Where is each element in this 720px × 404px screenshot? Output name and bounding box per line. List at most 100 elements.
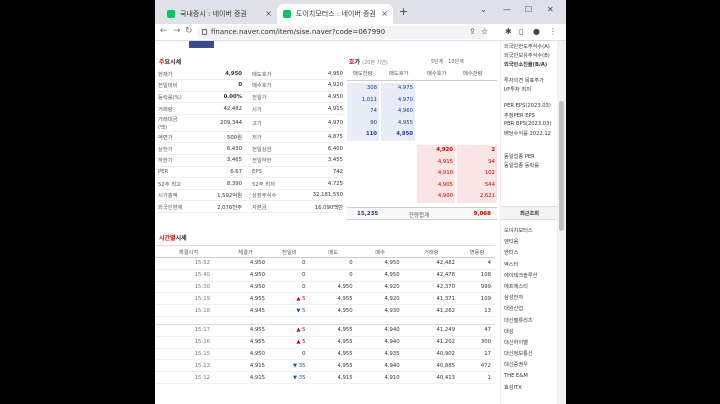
forward-icon[interactable]: → [173, 26, 181, 36]
quote-row: 상한가 6,430 전일상한 6,400 [158, 142, 343, 156]
quote-cell-v2: 4,920 [294, 79, 343, 92]
quote-cell-l2: 52주 최저 [246, 177, 295, 190]
tick-cell-p: 4,950 [221, 269, 269, 282]
profile-icon[interactable]: ● [533, 27, 540, 36]
tick-cell-s: 4,955 [309, 359, 357, 373]
ticks-header: 거래량 [403, 245, 460, 258]
quote-cell-v: 209,344 [186, 114, 246, 132]
bid-price[interactable]: 4,905 [438, 182, 453, 194]
back-icon[interactable]: ← [160, 26, 168, 36]
recent-item-link[interactable]: 대신밸류리츠 [504, 317, 533, 324]
quote-cell-l: 시가총액 [158, 189, 186, 202]
ticks-section-title: 시간별시세 [159, 235, 187, 242]
quote-cell-l: 거래량 [158, 102, 186, 115]
scrollbar[interactable] [557, 41, 566, 404]
recent-item-link[interactable]: 대신하이벨 [504, 339, 528, 346]
ask-price[interactable]: 4,975 [398, 85, 413, 97]
tick-cell-v: 42,482 [403, 257, 460, 270]
recent-item-link[interactable]: THE E&M [504, 373, 528, 379]
quote-cell-v2: 742 [294, 166, 343, 179]
recent-item-link[interactable]: 엑스터 [504, 261, 518, 268]
tick-cell-b: 4,920 [356, 281, 404, 294]
share-icon[interactable]: ⇪ [469, 27, 476, 36]
quote-cell-v: 3,465 [186, 154, 246, 167]
ask-price[interactable]: 4,960 [398, 108, 413, 120]
star-icon[interactable]: ☆ [481, 27, 488, 36]
tick-row: 15:52 4,950 0 0 4,950 42,482 4 [155, 257, 495, 270]
quote-cell-v2: 4,950 [294, 68, 343, 81]
minimize-icon[interactable]: — [503, 5, 511, 14]
new-tab-icon[interactable]: + [399, 5, 408, 18]
quote-cell-v: 0 [186, 79, 246, 92]
bid-price[interactable]: 4,900 [438, 193, 453, 205]
quote-cell-v: 1,592억원 [186, 189, 246, 202]
quote-cell-l: 전일대비 [158, 79, 186, 92]
tick-cell-v: 42,478 [403, 269, 460, 282]
quote-cell-v: 4,950 [186, 68, 246, 81]
url-input[interactable]: finance.naver.com/item/sise.naver?code=0… [197, 26, 487, 39]
quote-row: 액면가 500원 저가 4,875 [158, 131, 343, 144]
orderbook-step-links[interactable]: 5단계 · 10단계 [431, 58, 464, 65]
naver-favicon [283, 10, 291, 18]
tab-deutsch-motors[interactable]: 도이치모터스 : 네이버 증권 × [277, 4, 393, 24]
quote-row: 전일대비 0 매수호가 4,920 [158, 79, 343, 92]
nav-selected-block[interactable] [189, 41, 214, 48]
recent-item-link[interactable]: 도이치모터스 [504, 227, 533, 234]
tick-cell-v: 42,370 [403, 281, 460, 294]
bid-price[interactable]: 4,910 [438, 170, 453, 182]
ask-price[interactable]: 4,970 [398, 97, 413, 109]
tick-row: 15:12 4,915 ▼ 35 4,915 4,910 40,413 1 [155, 371, 495, 384]
recent-item-link[interactable]: 대신정보통신 [504, 350, 533, 357]
tick-cell-s: 0 [309, 269, 357, 282]
quote-cell-v2: 4,950 [294, 91, 343, 104]
recent-item-link[interactable]: 에프에스티 [504, 283, 528, 290]
tick-cell-dv: 4 [459, 257, 495, 270]
bid-price[interactable]: 4,920 [436, 147, 453, 159]
tick-cell-s: 0 [309, 257, 357, 270]
close-icon[interactable]: × [381, 9, 388, 18]
recent-item-link[interactable]: 엔티움 [504, 238, 518, 245]
close-icon[interactable]: × [265, 9, 272, 18]
recent-item-link[interactable]: 엔티스 [504, 249, 518, 256]
scrollbar-thumb[interactable] [559, 101, 564, 231]
tick-cell-s: 4,955 [309, 336, 357, 349]
recent-item-link[interactable]: 효성ITX [504, 384, 522, 391]
investment-opinion-label: 투자의견 목표주가 [504, 78, 544, 84]
tick-cell-b: 4,930 [356, 304, 404, 317]
recent-item-link[interactable]: 대성 [504, 328, 514, 335]
sidepanel-icon[interactable]: ▯ [519, 27, 523, 36]
chevron-down-icon[interactable]: ⌄ [480, 5, 487, 14]
tick-cell-b: 4,940 [356, 359, 404, 373]
recent-views-button[interactable]: 최근조회 [501, 206, 558, 220]
tick-cell-b: 4,910 [356, 371, 404, 384]
tick-cell-dv: 13 [459, 304, 495, 317]
maximize-icon[interactable]: ☐ [525, 5, 532, 14]
recent-item-link[interactable]: 삼성전자 [504, 294, 523, 301]
tick-cell-t: 15:13 [155, 359, 222, 373]
tick-cell-p: 4,950 [221, 348, 269, 361]
reload-icon[interactable]: ↻ [185, 26, 193, 36]
recent-item-link[interactable]: 대원산업 [504, 305, 523, 312]
bid-price[interactable]: 4,915 [438, 159, 453, 171]
tick-cell-t: 15:18 [155, 304, 222, 317]
tick-row: 15:40 4,950 0 0 4,950 42,478 108 [155, 269, 495, 282]
top-nav-strip [155, 41, 500, 48]
quote-cell-v2: 6,400 [294, 142, 343, 156]
valuation-label: PBR BPS(2023.03) [504, 121, 552, 127]
investment-opinion-label: I/F투자 최저 [504, 87, 532, 93]
ask-quantity: 110 [365, 131, 377, 138]
quote-cell-v2: 3,455 [294, 154, 343, 167]
close-window-icon[interactable]: ✕ [547, 5, 554, 14]
tab-domestic-stocks[interactable]: 국내증시 : 네이버 증권 × [161, 4, 277, 24]
quote-cell-l: 액면가 [158, 131, 186, 144]
ticks-header: 매수 [356, 245, 404, 258]
ask-price[interactable]: 4,955 [398, 120, 413, 132]
tick-cell-t: 15:17 [155, 324, 222, 337]
menu-icon[interactable]: ⋮ [549, 27, 557, 36]
recent-item-link[interactable]: 에이테크솔루션 [504, 272, 537, 279]
extensions-icon[interactable]: ✱ [505, 27, 512, 36]
ask-price[interactable]: 4,950 [396, 131, 413, 143]
tick-cell-c: ▲ 5 [269, 324, 310, 337]
recent-item-link[interactable]: 대신증권우 [504, 361, 528, 368]
tick-cell-c: 0 [269, 269, 310, 282]
